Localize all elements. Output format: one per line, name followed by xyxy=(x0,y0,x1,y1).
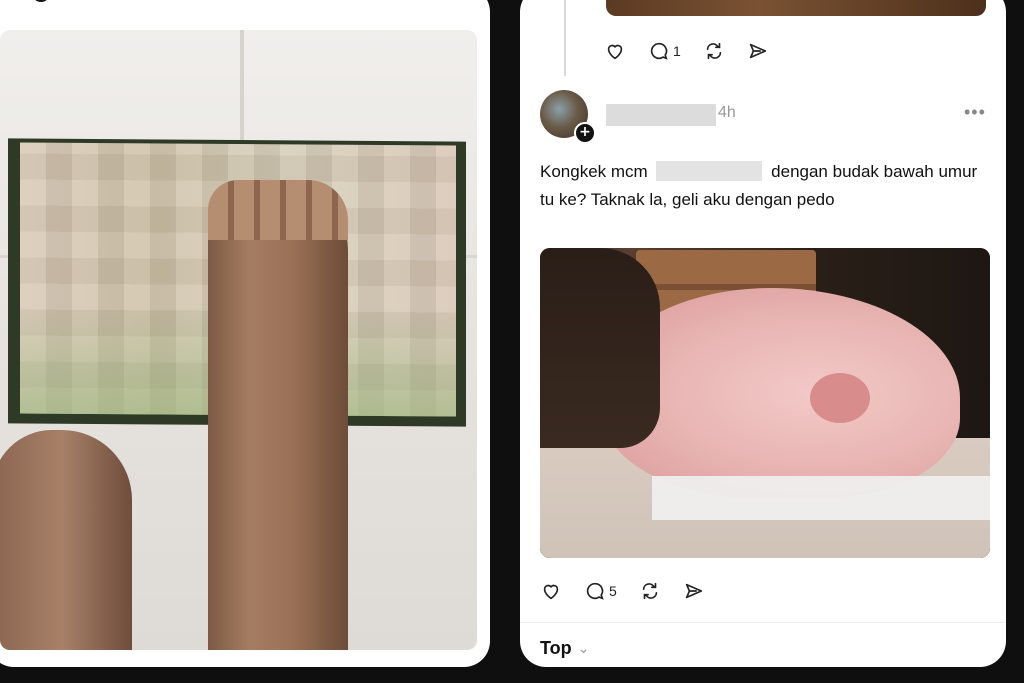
right-post-card: 1 + 4h ••• Kongkek mcm dengan budak bawa… xyxy=(520,0,1006,667)
reply-button[interactable]: 5 xyxy=(584,580,617,602)
share-button[interactable] xyxy=(747,40,769,62)
redacted-name xyxy=(656,161,763,181)
post-actions: 5 xyxy=(540,580,727,602)
image-person xyxy=(540,248,660,448)
thread-line xyxy=(564,0,566,76)
username-redacted[interactable] xyxy=(606,104,716,126)
repost-button[interactable] xyxy=(703,40,725,62)
repost-icon xyxy=(706,42,722,60)
like-button[interactable] xyxy=(604,40,626,62)
comment-icon xyxy=(650,42,668,60)
share-button[interactable] xyxy=(683,580,705,602)
more-options-button[interactable]: ••• xyxy=(964,102,986,123)
leg-image-part xyxy=(208,180,348,650)
share-icon xyxy=(685,583,702,599)
previous-post-actions: 1 xyxy=(604,40,791,62)
follow-plus-icon[interactable]: + xyxy=(574,122,596,144)
reply-count: 5 xyxy=(609,583,617,599)
previous-post-media[interactable] xyxy=(606,0,986,16)
heart-icon xyxy=(607,44,623,60)
left-post-card: + xyxy=(0,0,490,667)
reply-button[interactable]: 1 xyxy=(648,40,681,62)
image-pig-snout xyxy=(810,373,870,423)
tab-top-label: Top xyxy=(540,638,572,658)
post-body: Kongkek mcm dengan budak bawah umur tu k… xyxy=(540,158,980,214)
repost-button[interactable] xyxy=(639,580,661,602)
divider xyxy=(520,622,1006,623)
avatar[interactable]: + xyxy=(540,90,596,144)
repost-icon xyxy=(642,582,658,600)
heart-icon xyxy=(543,584,559,600)
tab-top[interactable]: Top ⌄ xyxy=(540,638,589,659)
image-redaction xyxy=(652,476,990,520)
share-icon xyxy=(749,43,766,59)
like-button[interactable] xyxy=(540,580,562,602)
comment-icon xyxy=(586,582,604,600)
chevron-down-icon: ⌄ xyxy=(577,640,590,656)
post-image[interactable] xyxy=(0,30,477,650)
reply-count: 1 xyxy=(673,43,681,59)
post-timestamp: 4h xyxy=(718,104,736,121)
follow-plus-icon[interactable]: + xyxy=(30,0,52,4)
post-text-part1: Kongkek mcm xyxy=(540,162,653,181)
post-image[interactable] xyxy=(540,248,990,558)
foot-image-part xyxy=(0,430,132,650)
